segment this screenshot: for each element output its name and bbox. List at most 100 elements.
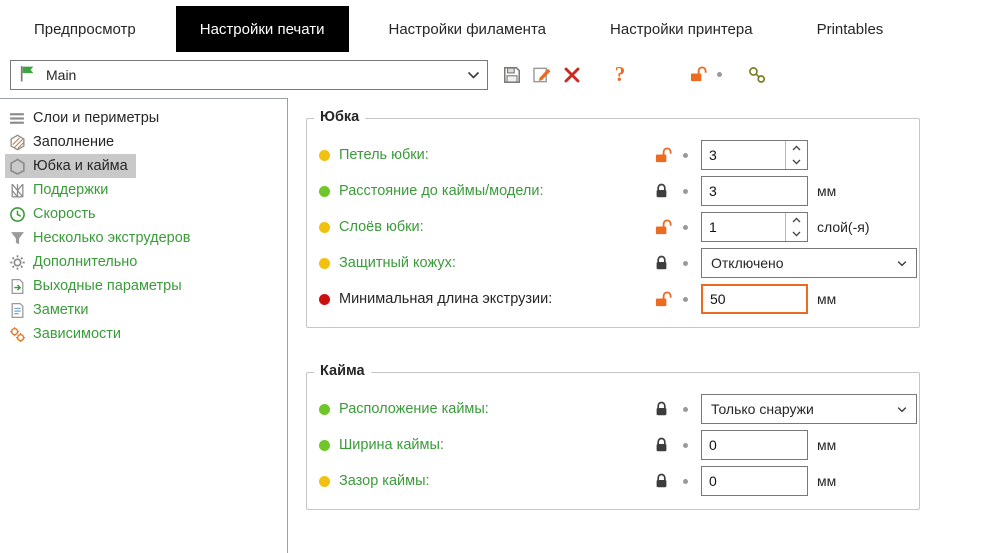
dropdown[interactable]: Только снаружи (701, 394, 917, 424)
delete-icon[interactable] (561, 64, 583, 86)
sidebar-item-dependencies[interactable]: Зависимости (5, 322, 129, 346)
sidebar-item-label: Зависимости (33, 326, 121, 342)
spinner-buttons (785, 141, 807, 169)
setting-row: Расположение каймы: Только снаружи (319, 391, 917, 427)
dot-icon (717, 72, 722, 77)
chevron-down-icon (897, 406, 907, 413)
dot-icon (683, 224, 688, 230)
setting-label: Зазор каймы: (339, 473, 430, 489)
lock-icon[interactable] (654, 401, 673, 417)
spin-up-button[interactable] (786, 213, 807, 227)
sidebar-item-supports[interactable]: Поддержки (5, 178, 116, 202)
value-input[interactable] (702, 141, 785, 169)
setting-label: Расстояние до каймы/модели: (339, 183, 544, 199)
preset-name: Main (46, 66, 77, 83)
toolbar-icons: ? (501, 62, 768, 86)
notes-icon (9, 302, 26, 319)
mode-dot (319, 293, 330, 305)
sidebar-item-label: Скорость (33, 206, 96, 222)
unlock-icon[interactable] (654, 218, 673, 236)
setting-row: Расстояние до каймы/модели: мм (319, 173, 915, 209)
tab-preview[interactable]: Предпросмотр (10, 6, 160, 52)
sidebar-item-notes[interactable]: Заметки (5, 298, 96, 322)
group-title: Юбка (314, 109, 366, 125)
lock-icon[interactable] (654, 473, 673, 489)
sidebar-item-layers-perimeters[interactable]: Слои и периметры (5, 106, 167, 130)
sidebar-item-label: Слои и периметры (33, 110, 160, 126)
spin-down-button[interactable] (786, 155, 807, 169)
value-input[interactable] (702, 213, 785, 241)
dot-icon (683, 296, 688, 302)
lock-icon[interactable] (654, 255, 673, 271)
speed-icon (9, 206, 26, 223)
dropdown-value: Только снаружи (711, 401, 814, 417)
tab-printables[interactable]: Printables (793, 6, 908, 52)
unit-label: мм (817, 473, 837, 489)
dot-icon (683, 152, 688, 158)
content: Слои и периметры Заполнение Юбка и кайма По… (0, 98, 1000, 553)
setting-label: Петель юбки: (339, 147, 429, 163)
tab-filament-settings[interactable]: Настройки филамента (365, 6, 571, 52)
edit-icon[interactable] (531, 64, 553, 86)
sidebar-item-label: Дополнительно (33, 254, 138, 270)
value-input[interactable] (701, 466, 808, 496)
sidebar-item-label: Заметки (33, 302, 89, 318)
sidebar-item-speed[interactable]: Скорость (5, 202, 104, 226)
group-title: Кайма (314, 363, 371, 379)
layers-icon (9, 110, 26, 127)
group-skirt: Юбка Петель юбки: Расстояние до каймы/моде… (306, 109, 920, 328)
sidebar-item-infill[interactable]: Заполнение (5, 130, 122, 154)
group-brim: Кайма Расположение каймы: Только снаружи Ши… (306, 363, 920, 510)
unit-label: мм (817, 183, 837, 199)
setting-label: Минимальная длина экструзии: (339, 291, 553, 307)
lock-icon[interactable] (654, 437, 673, 453)
spin-up-button[interactable] (786, 141, 807, 155)
compare-icon[interactable] (746, 64, 768, 86)
question-icon[interactable]: ? (609, 62, 631, 86)
sidebar-item-output-options[interactable]: Выходные параметры (5, 274, 190, 298)
tab-bar: Предпросмотр Настройки печати Настройки фи… (0, 0, 1000, 52)
flag-icon (18, 64, 37, 86)
dependencies-icon (9, 326, 26, 343)
settings-panel: Юбка Петель юбки: Расстояние до каймы/моде… (288, 98, 1000, 553)
sidebar-item-label: Выходные параметры (33, 278, 182, 294)
unit-label: мм (817, 437, 837, 453)
setting-label: Ширина каймы: (339, 437, 444, 453)
setting-row: Зазор каймы: мм (319, 463, 915, 499)
sidebar-item-multiple-extruders[interactable]: Несколько экструдеров (5, 226, 198, 250)
skirt-icon (9, 158, 26, 175)
unlock-icon[interactable] (654, 290, 673, 308)
chevron-down-icon[interactable] (467, 71, 480, 79)
output-icon (9, 278, 26, 295)
dropdown[interactable]: Отключено (701, 248, 917, 278)
mode-dot (319, 149, 330, 161)
dropdown-value: Отключено (711, 255, 784, 271)
setting-row: Минимальная длина экструзии: мм (319, 281, 915, 317)
spinner-field (701, 212, 808, 242)
value-input[interactable] (701, 430, 808, 460)
mode-dot (319, 439, 330, 451)
setting-label: Расположение каймы: (339, 401, 489, 417)
setting-row: Ширина каймы: мм (319, 427, 915, 463)
save-icon[interactable] (501, 64, 523, 86)
infill-icon (9, 134, 26, 151)
tab-print-settings[interactable]: Настройки печати (175, 6, 349, 52)
value-input[interactable] (701, 284, 808, 314)
sidebar-item-label: Юбка и кайма (33, 158, 128, 174)
unlock-icon[interactable] (654, 146, 673, 164)
sidebar-item-skirt-brim[interactable]: Юбка и кайма (5, 154, 136, 178)
tab-printer-settings[interactable]: Настройки принтера (586, 6, 777, 52)
sidebar-item-advanced[interactable]: Дополнительно (5, 250, 145, 274)
mode-dot (319, 185, 330, 197)
unlock-icon[interactable] (687, 64, 709, 86)
preset-combo[interactable]: Main (10, 59, 488, 90)
value-input[interactable] (701, 176, 808, 206)
spin-down-button[interactable] (786, 227, 807, 241)
dot-icon (683, 188, 688, 194)
mode-dot (319, 257, 330, 269)
unit-label: мм (817, 291, 837, 307)
lock-icon[interactable] (654, 183, 673, 199)
chevron-down-icon (897, 260, 907, 267)
setting-label: Слоёв юбки: (339, 219, 424, 235)
supports-icon (9, 182, 26, 199)
